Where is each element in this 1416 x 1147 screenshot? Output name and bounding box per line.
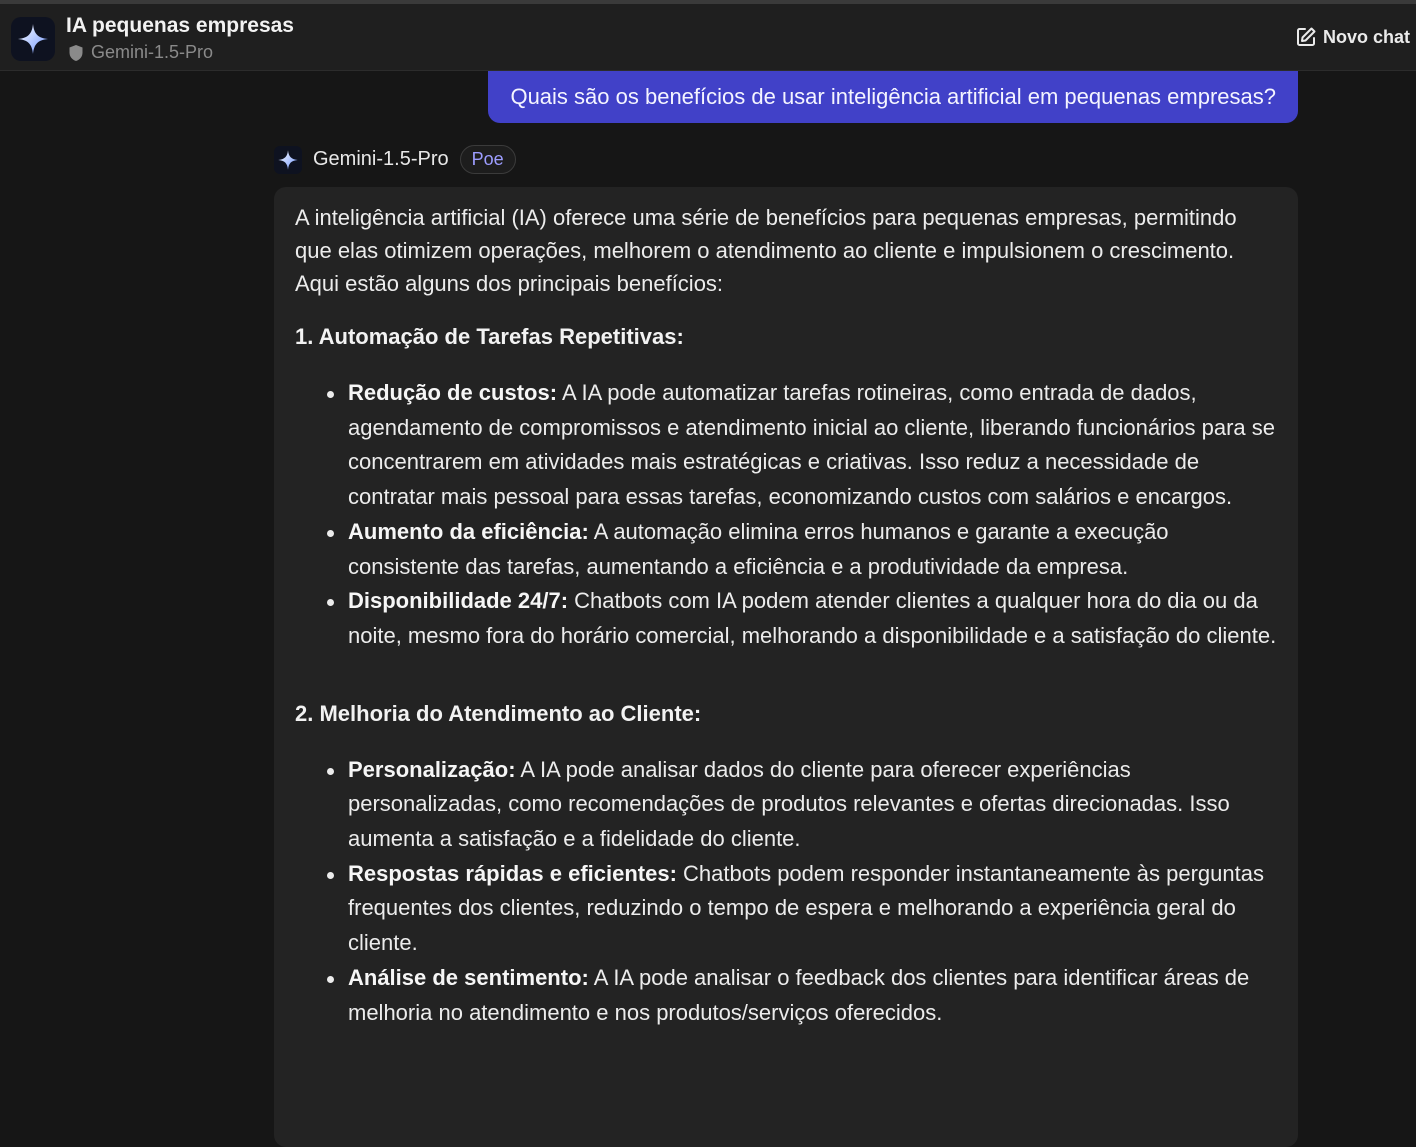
chat-header: IA pequenas empresas Gemini-1.5-Pro Novo… (0, 4, 1416, 71)
new-chat-button[interactable]: Novo chat (1295, 26, 1410, 48)
item-label: Aumento da eficiência: (348, 518, 589, 544)
list-item: Disponibilidade 24/7: Chatbots com IA po… (327, 584, 1277, 653)
bot-subtitle-name: Gemini-1.5-Pro (91, 42, 214, 62)
chat-title: IA pequenas empresas (66, 14, 294, 37)
list-item: Respostas rápidas e eficientes: Chatbots… (327, 857, 1277, 961)
gemini-sparkle-icon (18, 24, 48, 54)
list-item: Análise de sentimento: A IA pode analisa… (327, 961, 1277, 1030)
section-title: 2. Melhoria do Atendimento ao Cliente: (295, 700, 702, 726)
bot-message-bubble: A inteligência artificial (IA) oferece u… (274, 187, 1298, 1147)
new-chat-label: Novo chat (1322, 26, 1410, 47)
bot-message-avatar[interactable] (274, 145, 302, 174)
bot-message-name[interactable]: Gemini-1.5-Pro (313, 148, 449, 171)
item-label: Análise de sentimento: (348, 964, 589, 990)
item-label: Disponibilidade 24/7: (348, 588, 569, 614)
list-item: Aumento da eficiência: A automação elimi… (327, 515, 1277, 584)
poe-badge: Poe (459, 145, 516, 174)
benefit-list: Personalização: A IA pode analisar dados… (327, 753, 1277, 1031)
item-label: Personalização: (348, 756, 516, 782)
bot-subtitle[interactable]: Gemini-1.5-Pro (68, 42, 213, 63)
item-label: Redução de custos: (348, 380, 558, 405)
bot-avatar[interactable] (11, 17, 55, 61)
shield-icon (69, 44, 83, 61)
user-message-bubble[interactable]: Quais são os benefícios de usar inteligê… (488, 71, 1298, 123)
user-message-text: Quais são os benefícios de usar inteligê… (510, 84, 1276, 109)
benefit-list: Redução de custos: A IA pode automatizar… (327, 376, 1277, 654)
bot-message-header: Gemini-1.5-Pro Poe (274, 145, 516, 174)
answer-intro: A inteligência artificial (IA) oferece u… (295, 205, 1237, 296)
list-item: Personalização: A IA pode analisar dados… (327, 753, 1277, 857)
section-title: 1. Automação de Tarefas Repetitivas: (295, 324, 684, 349)
list-item: Redução de custos: A IA pode automatizar… (327, 376, 1277, 515)
item-label: Respostas rápidas e eficientes: (348, 860, 677, 886)
gemini-sparkle-icon (278, 149, 298, 170)
edit-square-icon (1296, 27, 1316, 46)
